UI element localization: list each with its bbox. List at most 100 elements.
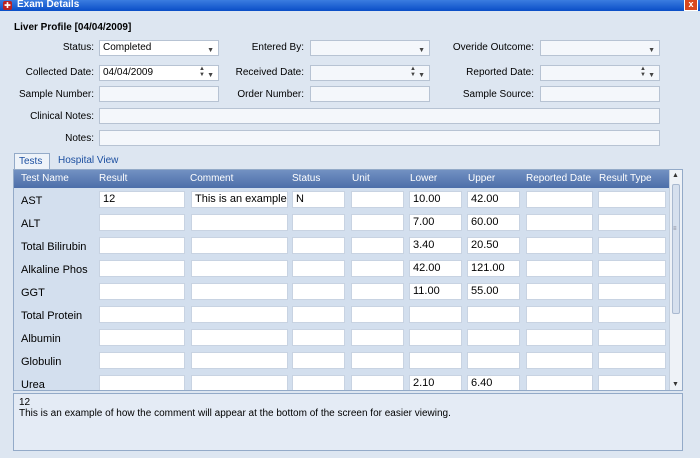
comment-cell[interactable] <box>191 375 288 390</box>
reported-date-cell[interactable] <box>526 260 593 277</box>
column-header-reported-date[interactable]: Reported Date <box>526 173 591 184</box>
lower-cell[interactable] <box>409 306 462 323</box>
sample-source-input[interactable] <box>540 86 660 102</box>
collected-date-field[interactable]: 04/04/2009 ▲ ▼ ▼ <box>99 65 219 81</box>
spinner-icon[interactable]: ▲ ▼ <box>640 66 646 78</box>
result-cell[interactable] <box>99 329 185 346</box>
table-row[interactable]: ALT 7.00 60.00 <box>14 212 670 235</box>
lower-cell[interactable]: 11.00 <box>409 283 462 300</box>
table-row[interactable]: GGT 11.00 55.00 <box>14 281 670 304</box>
column-header-result[interactable]: Result <box>99 173 127 184</box>
comment-cell[interactable] <box>191 260 288 277</box>
unit-cell[interactable] <box>351 375 404 390</box>
result-type-cell[interactable] <box>598 191 666 208</box>
comment-cell[interactable] <box>191 329 288 346</box>
result-type-cell[interactable] <box>598 352 666 369</box>
entered-by-select[interactable]: ▼ <box>310 40 430 56</box>
lower-cell[interactable] <box>409 352 462 369</box>
status-select[interactable]: Completed ▼ <box>99 40 219 56</box>
unit-cell[interactable] <box>351 306 404 323</box>
result-type-cell[interactable] <box>598 237 666 254</box>
column-header-upper[interactable]: Upper <box>468 173 495 184</box>
upper-cell[interactable]: 60.00 <box>467 214 520 231</box>
status-cell[interactable] <box>292 260 345 277</box>
sample-number-input[interactable] <box>99 86 219 102</box>
scroll-down-arrow-icon[interactable]: ▼ <box>672 381 679 388</box>
comment-cell[interactable] <box>191 237 288 254</box>
reported-date-cell[interactable] <box>526 306 593 323</box>
spinner-icon[interactable]: ▲ ▼ <box>410 66 416 78</box>
result-type-cell[interactable] <box>598 283 666 300</box>
vertical-scrollbar[interactable]: ▲ ≡ ▼ <box>669 170 682 390</box>
close-button[interactable]: x <box>684 0 698 11</box>
unit-cell[interactable] <box>351 352 404 369</box>
lower-cell[interactable] <box>409 329 462 346</box>
reported-date-cell[interactable] <box>526 191 593 208</box>
result-type-cell[interactable] <box>598 375 666 390</box>
lower-cell[interactable]: 7.00 <box>409 214 462 231</box>
scroll-thumb[interactable] <box>672 184 680 314</box>
column-header-status[interactable]: Status <box>292 173 320 184</box>
comment-cell[interactable] <box>191 283 288 300</box>
reported-date-cell[interactable] <box>526 283 593 300</box>
lower-cell[interactable]: 2.10 <box>409 375 462 390</box>
lower-cell[interactable]: 10.00 <box>409 191 462 208</box>
scroll-up-arrow-icon[interactable]: ▲ <box>672 172 679 179</box>
column-header-lower[interactable]: Lower <box>410 173 437 184</box>
comment-cell[interactable] <box>191 306 288 323</box>
result-cell[interactable] <box>99 214 185 231</box>
status-cell[interactable] <box>292 375 345 390</box>
table-row[interactable]: Globulin <box>14 350 670 373</box>
result-cell[interactable] <box>99 260 185 277</box>
lower-cell[interactable]: 42.00 <box>409 260 462 277</box>
comment-cell[interactable]: This is an example <box>191 191 288 208</box>
result-cell[interactable] <box>99 352 185 369</box>
upper-cell[interactable] <box>467 352 520 369</box>
column-header-unit[interactable]: Unit <box>352 173 370 184</box>
upper-cell[interactable]: 6.40 <box>467 375 520 390</box>
unit-cell[interactable] <box>351 214 404 231</box>
status-cell[interactable] <box>292 329 345 346</box>
column-header-test-name[interactable]: Test Name <box>21 173 69 184</box>
tab-hospital-view[interactable]: Hospital View <box>54 153 126 169</box>
unit-cell[interactable] <box>351 191 404 208</box>
status-cell[interactable] <box>292 306 345 323</box>
comment-cell[interactable] <box>191 352 288 369</box>
table-row[interactable]: Alkaline Phos 42.00 121.00 <box>14 258 670 281</box>
upper-cell[interactable]: 42.00 <box>467 191 520 208</box>
result-cell[interactable]: 12 <box>99 191 185 208</box>
unit-cell[interactable] <box>351 260 404 277</box>
clinical-notes-input[interactable] <box>99 108 660 124</box>
reported-date-cell[interactable] <box>526 214 593 231</box>
reported-date-cell[interactable] <box>526 329 593 346</box>
result-cell[interactable] <box>99 283 185 300</box>
result-type-cell[interactable] <box>598 306 666 323</box>
status-cell[interactable] <box>292 214 345 231</box>
upper-cell[interactable]: 20.50 <box>467 237 520 254</box>
upper-cell[interactable]: 121.00 <box>467 260 520 277</box>
table-row[interactable]: Total Protein <box>14 304 670 327</box>
result-type-cell[interactable] <box>598 329 666 346</box>
received-date-field[interactable]: ▲ ▼ ▼ <box>310 65 430 81</box>
spinner-icon[interactable]: ▲ ▼ <box>199 66 205 78</box>
table-row[interactable]: Total Bilirubin 3.40 20.50 <box>14 235 670 258</box>
tab-tests[interactable]: Tests <box>14 153 50 169</box>
status-cell[interactable] <box>292 283 345 300</box>
table-row[interactable]: AST 12 This is an example N 10.00 42.00 <box>14 189 670 212</box>
upper-cell[interactable] <box>467 306 520 323</box>
unit-cell[interactable] <box>351 283 404 300</box>
reported-date-cell[interactable] <box>526 237 593 254</box>
table-row[interactable]: Urea 2.10 6.40 <box>14 373 670 390</box>
status-cell[interactable] <box>292 237 345 254</box>
status-cell[interactable] <box>292 352 345 369</box>
result-type-cell[interactable] <box>598 214 666 231</box>
reported-date-cell[interactable] <box>526 375 593 390</box>
column-header-result-type[interactable]: Result Type <box>599 173 652 184</box>
result-cell[interactable] <box>99 375 185 390</box>
result-cell[interactable] <box>99 237 185 254</box>
column-header-comment[interactable]: Comment <box>190 173 233 184</box>
unit-cell[interactable] <box>351 329 404 346</box>
notes-input[interactable] <box>99 130 660 146</box>
result-cell[interactable] <box>99 306 185 323</box>
comment-cell[interactable] <box>191 214 288 231</box>
